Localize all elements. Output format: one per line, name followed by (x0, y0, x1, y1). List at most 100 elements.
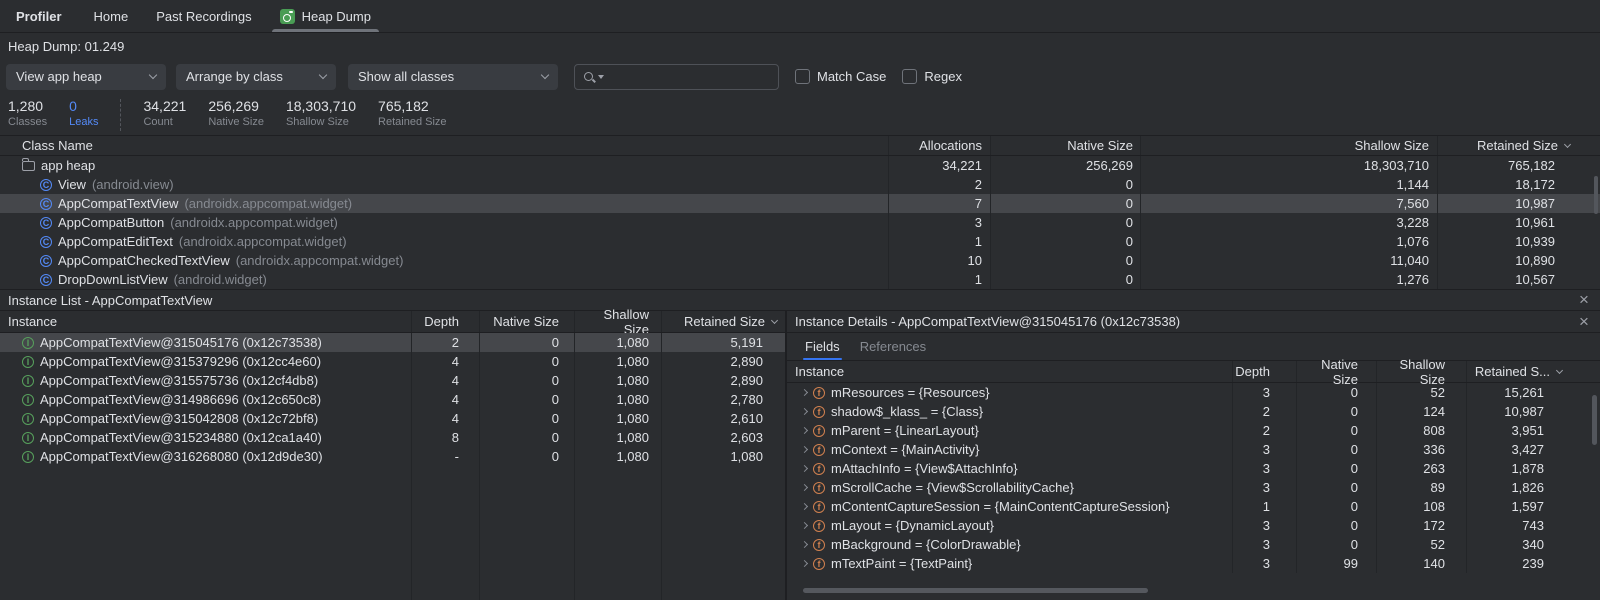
field-row[interactable]: mParent = {LinearLayout} 2 0 808 3,951 (787, 421, 1600, 440)
shallow-size-cell: 1,080 (574, 333, 661, 352)
show-classes-dropdown[interactable]: Show all classes (348, 64, 558, 90)
expand-chevron-icon[interactable] (801, 389, 808, 396)
retained-size-cell: 1,878 (1466, 459, 1600, 478)
depth-cell: 4 (411, 371, 479, 390)
column-header-depth[interactable]: Depth (411, 311, 479, 332)
close-icon[interactable] (1576, 293, 1592, 307)
expand-chevron-icon[interactable] (801, 503, 808, 510)
instance-name-cell: AppCompatTextView@316268080 (0x12d9de30) (0, 449, 411, 464)
column-header-retained-size[interactable]: Retained Size (661, 311, 785, 332)
field-row[interactable]: mAttachInfo = {View$AttachInfo} 3 0 263 … (787, 459, 1600, 478)
class-table-scrollbar[interactable] (1594, 176, 1598, 214)
native-size-cell: 0 (479, 447, 574, 466)
class-table-row[interactable]: app heap 34,221 256,269 18,303,710 765,1… (0, 156, 1600, 175)
field-row[interactable]: mContentCaptureSession = {MainContentCap… (787, 497, 1600, 516)
expand-chevron-icon[interactable] (801, 427, 808, 434)
instance-row[interactable]: AppCompatTextView@315234880 (0x12ca1a40)… (0, 428, 785, 447)
expand-chevron-icon[interactable] (801, 465, 808, 472)
field-icon (813, 482, 825, 494)
column-header-shallow-size[interactable]: Shallow Size (1140, 136, 1437, 155)
tab-references[interactable]: References (850, 333, 936, 360)
retained-size-cell: 3,951 (1466, 421, 1600, 440)
field-row[interactable]: mLayout = {DynamicLayout} 3 0 172 743 (787, 516, 1600, 535)
instance-row[interactable]: AppCompatTextView@314986696 (0x12c650c8)… (0, 390, 785, 409)
expand-chevron-icon[interactable] (801, 484, 808, 491)
class-icon (40, 217, 52, 229)
instance-icon (22, 337, 34, 349)
stat-label: Retained Size (378, 116, 447, 129)
field-row[interactable]: shadow$_klass_ = {Class} 2 0 124 10,987 (787, 402, 1600, 421)
field-row[interactable]: mTextPaint = {TextPaint} 3 99 140 239 (787, 554, 1600, 573)
field-icon (813, 520, 825, 532)
expand-chevron-icon[interactable] (801, 408, 808, 415)
column-header-allocations[interactable]: Allocations (888, 136, 990, 155)
column-header-shallow-size[interactable]: Shallow Size (574, 311, 661, 332)
column-header-class-name[interactable]: Class Name (0, 138, 888, 153)
depth-cell: 2 (1232, 402, 1296, 421)
column-header-depth[interactable]: Depth (1232, 361, 1296, 382)
tab-fields[interactable]: Fields (795, 333, 850, 360)
class-table-row[interactable]: AppCompatCheckedTextView (androidx.appco… (0, 251, 1600, 270)
instance-icon (22, 356, 34, 368)
heap-scope-dropdown[interactable]: View app heap (6, 64, 166, 90)
window-tab-bar: Profiler Home Past Recordings Heap Dump (0, 0, 1600, 33)
arrange-by-dropdown[interactable]: Arrange by class (176, 64, 336, 90)
column-header-retained-size[interactable]: Retained Size (1437, 136, 1600, 155)
instance-row[interactable]: AppCompatTextView@316268080 (0x12d9de30)… (0, 447, 785, 466)
instance-name-cell: AppCompatTextView@315045176 (0x12c73538) (0, 335, 411, 350)
class-table-row[interactable]: DropDownListView (android.widget) 1 0 1,… (0, 270, 1600, 289)
expand-chevron-icon[interactable] (801, 560, 808, 567)
shallow-size-cell: 1,276 (1140, 270, 1437, 289)
column-header-native-size[interactable]: Native Size (1296, 361, 1376, 382)
field-name-cell: mContext = {MainActivity} (787, 442, 1232, 457)
close-icon[interactable] (1576, 315, 1592, 329)
column-header-native-size[interactable]: Native Size (479, 311, 574, 332)
field-row[interactable]: mBackground = {ColorDrawable} 3 0 52 340 (787, 535, 1600, 554)
column-header-instance[interactable]: Instance (0, 314, 411, 329)
expand-chevron-icon[interactable] (801, 446, 808, 453)
instance-row[interactable]: AppCompatTextView@315042808 (0x12c72bf8)… (0, 409, 785, 428)
field-name: mTextPaint = {TextPaint} (831, 556, 972, 571)
column-header-shallow-size[interactable]: Shallow Size (1376, 361, 1466, 382)
instance-row[interactable]: AppCompatTextView@315045176 (0x12c73538)… (0, 333, 785, 352)
match-case-checkbox[interactable] (795, 69, 810, 84)
field-row[interactable]: mResources = {Resources} 3 0 52 15,261 (787, 383, 1600, 402)
class-name-cell: AppCompatTextView (androidx.appcompat.wi… (0, 196, 888, 211)
instance-row[interactable]: AppCompatTextView@315379296 (0x12cc4e60)… (0, 352, 785, 371)
column-header-instance[interactable]: Instance (787, 364, 1232, 379)
shallow-size-cell: 1,076 (1140, 232, 1437, 251)
expand-chevron-icon[interactable] (801, 541, 808, 548)
field-name-cell: mContentCaptureSession = {MainContentCap… (787, 499, 1232, 514)
regex-checkbox[interactable] (902, 69, 917, 84)
retained-size-cell: 10,567 (1437, 270, 1600, 289)
class-name-cell: DropDownListView (android.widget) (0, 272, 888, 287)
class-table-row[interactable]: AppCompatEditText (androidx.appcompat.wi… (0, 232, 1600, 251)
expand-chevron-icon[interactable] (801, 522, 808, 529)
search-input[interactable] (610, 69, 770, 84)
instance-icon (22, 451, 34, 463)
class-table-row[interactable]: AppCompatButton (androidx.appcompat.widg… (0, 213, 1600, 232)
column-header-retained-size[interactable]: Retained S... (1466, 361, 1600, 382)
instance-row[interactable]: AppCompatTextView@315575736 (0x12cf4db8)… (0, 371, 785, 390)
class-table-row[interactable]: AppCompatTextView (androidx.appcompat.wi… (0, 194, 1600, 213)
vertical-scrollbar[interactable] (1592, 395, 1597, 445)
shallow-size-cell: 3,228 (1140, 213, 1437, 232)
retained-size-cell: 1,597 (1466, 497, 1600, 516)
column-header-native-size[interactable]: Native Size (990, 136, 1140, 155)
tab-heap-dump[interactable]: Heap Dump (266, 0, 385, 32)
tab-past-recordings[interactable]: Past Recordings (142, 0, 265, 32)
field-name-cell: mBackground = {ColorDrawable} (787, 537, 1232, 552)
allocations-cell: 1 (888, 232, 990, 251)
tab-home[interactable]: Home (80, 0, 143, 32)
allocations-cell: 1 (888, 270, 990, 289)
stat-label: Count (143, 116, 186, 129)
horizontal-scrollbar[interactable] (803, 588, 1148, 593)
class-table-row[interactable]: View (android.view) 2 0 1,144 18,172 (0, 175, 1600, 194)
search-history-caret-icon[interactable] (598, 75, 604, 79)
native-size-cell: 0 (1296, 516, 1376, 535)
field-row[interactable]: mScrollCache = {View$ScrollabilityCache}… (787, 478, 1600, 497)
stat-classes: 1,280 Classes (8, 98, 47, 129)
native-size-cell: 0 (1296, 535, 1376, 554)
field-row[interactable]: mContext = {MainActivity} 3 0 336 3,427 (787, 440, 1600, 459)
class-search-box[interactable] (574, 64, 779, 90)
